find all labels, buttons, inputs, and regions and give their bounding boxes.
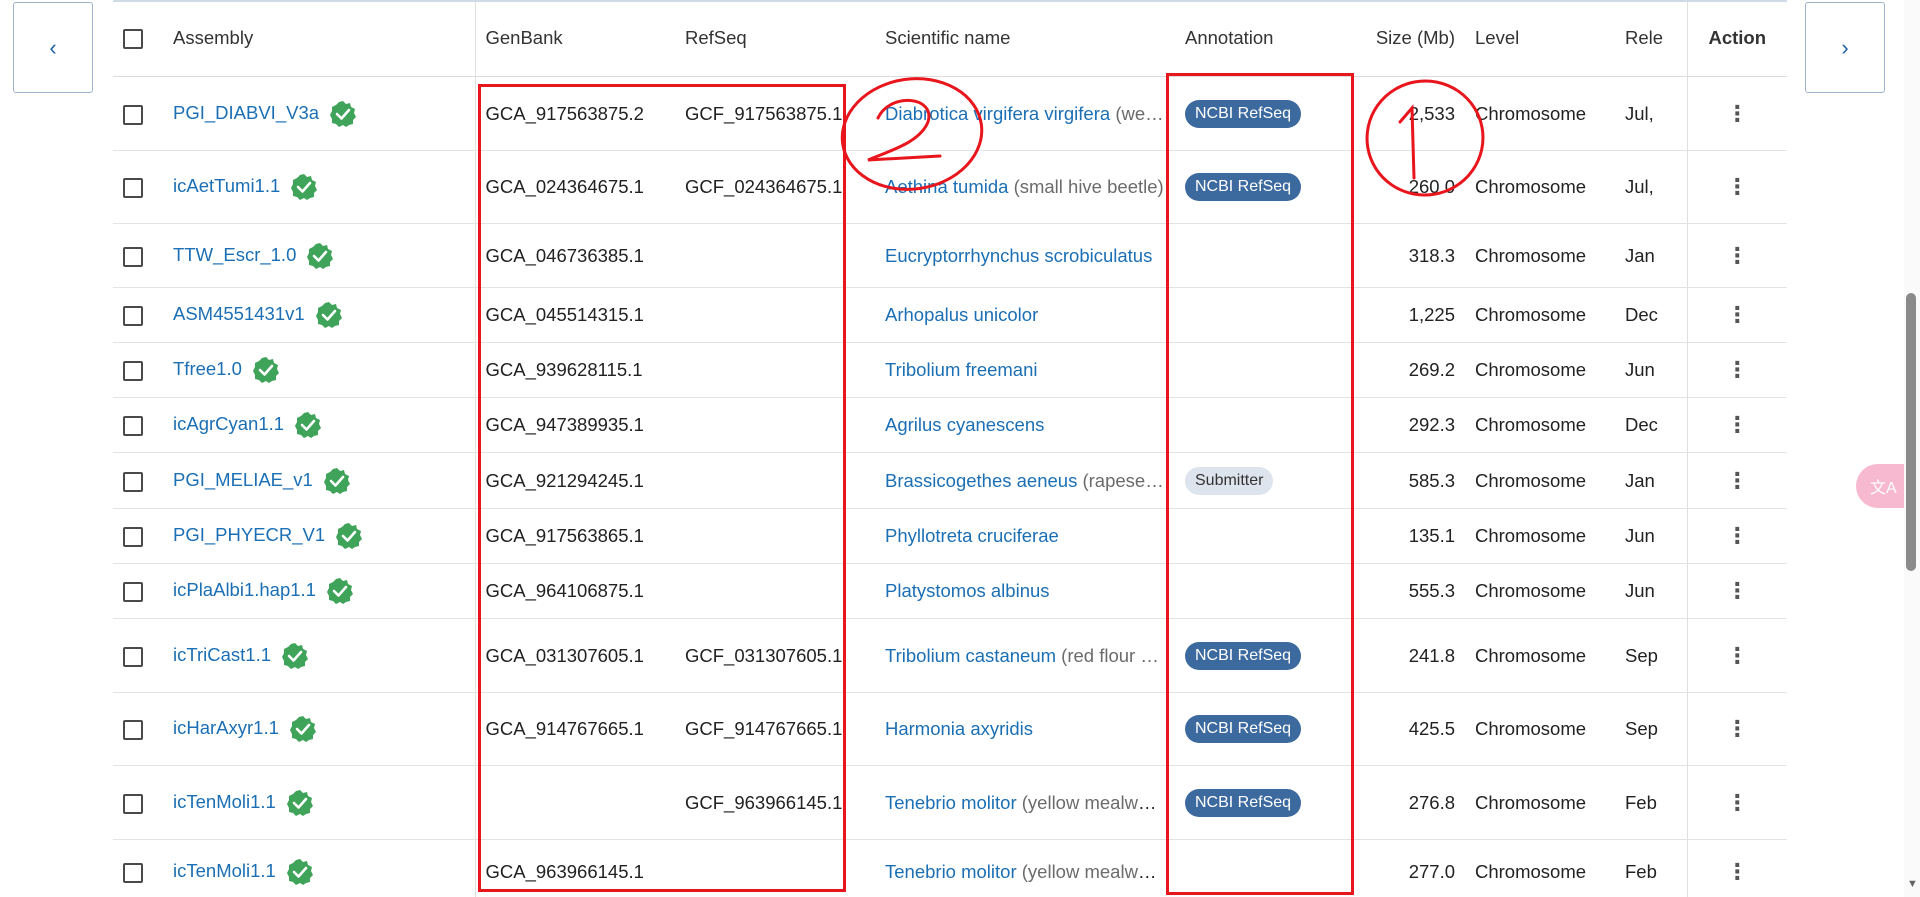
scroll-down-arrow-icon[interactable]: ▼ (1907, 878, 1918, 890)
handwritten-marks (840, 77, 1485, 197)
digit-1-mark (1398, 104, 1416, 180)
digit-2-mark (867, 98, 942, 162)
scrollbar-thumb[interactable] (1906, 293, 1916, 571)
translate-icon: 文A (1870, 480, 1897, 497)
circle-mark-2 (840, 77, 984, 191)
circle-mark-1 (1365, 79, 1485, 197)
